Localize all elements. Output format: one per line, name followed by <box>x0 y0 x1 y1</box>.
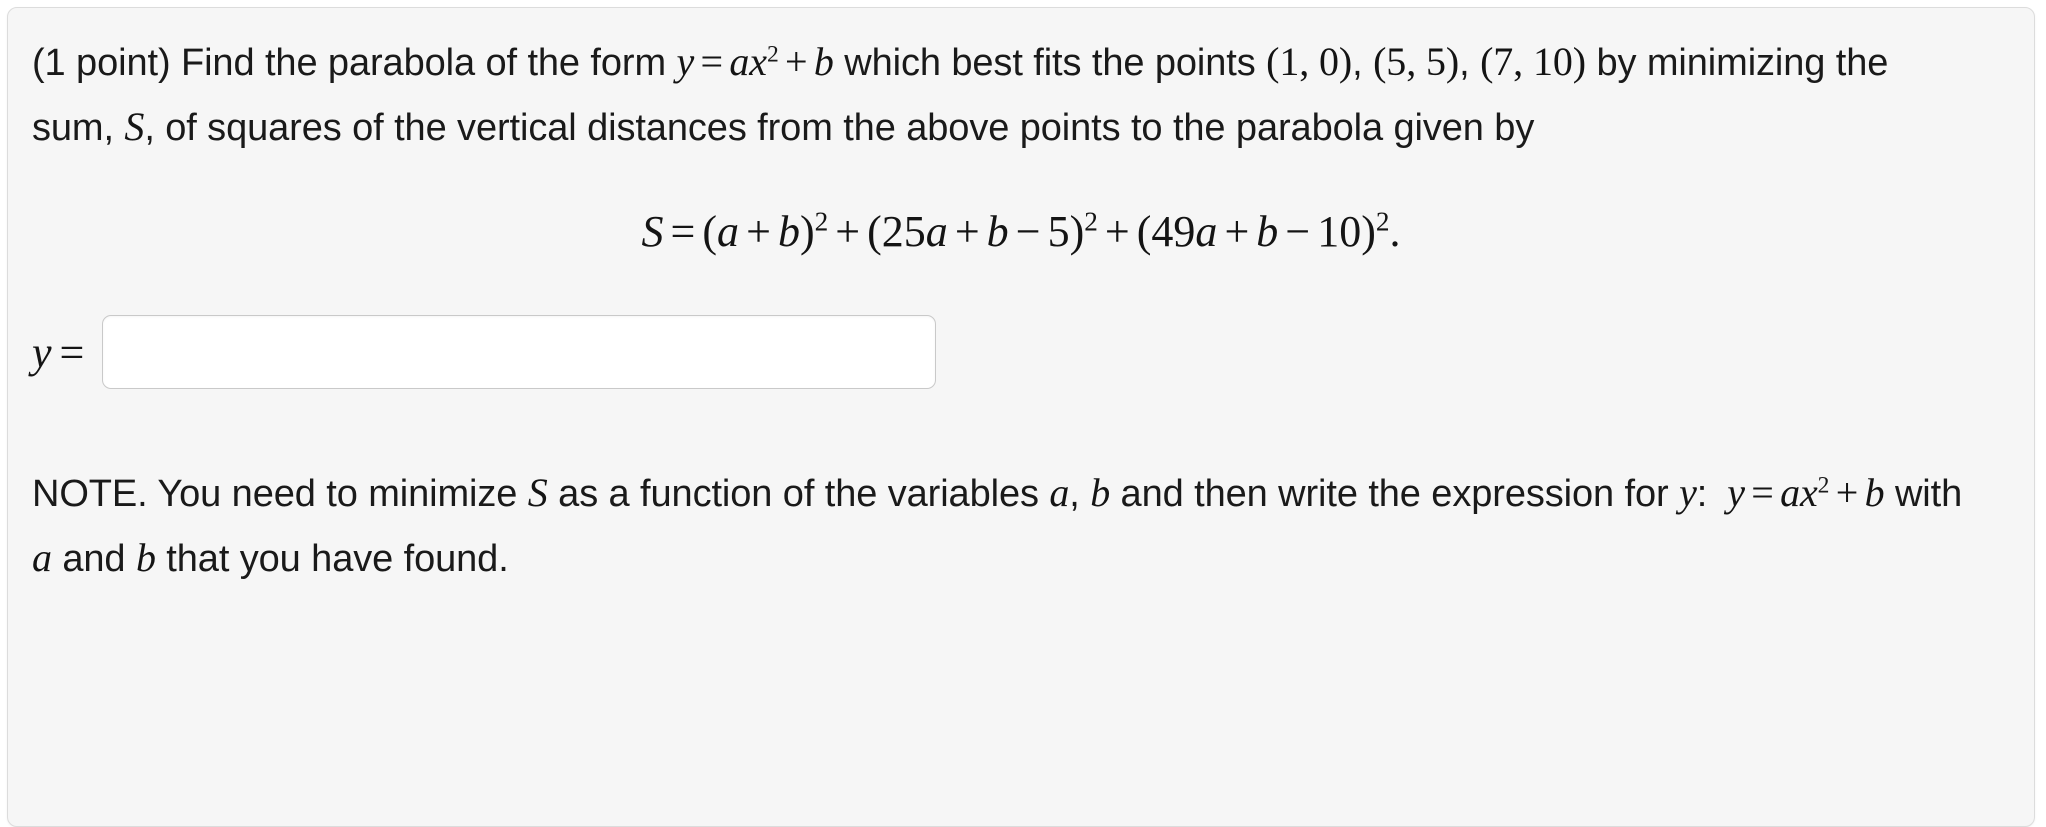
points-tag: (1 point) <box>32 42 171 84</box>
eq-term1-exponent: 2 <box>814 206 829 237</box>
point-separator-2: , <box>1459 42 1470 84</box>
note-eq-equals: = <box>1751 470 1774 515</box>
eq-term1-plus: + <box>746 207 771 256</box>
eq-term2-b: b <box>986 207 1009 256</box>
note-eq-x: x <box>1800 470 1818 515</box>
eq-term3-a: a <box>1195 207 1218 256</box>
inline-eq-b: b <box>813 39 834 84</box>
note-variable-a2: a <box>32 535 52 580</box>
eq-term1-b: b <box>777 207 800 256</box>
eq-term3-coefficient: 49 <box>1151 207 1196 256</box>
answer-label-variable: y <box>32 327 52 377</box>
note-symbol-S: S <box>527 470 548 515</box>
eq-term2-open-paren: ( <box>867 207 882 256</box>
eq-term3-plus: + <box>1224 207 1250 256</box>
note-variable-a: a <box>1049 470 1070 515</box>
note-colon: : <box>1696 473 1708 515</box>
note-eq-plus: + <box>1835 470 1859 515</box>
eq-plus-1: + <box>835 207 861 256</box>
inline-eq-exponent: 2 <box>766 41 779 68</box>
inline-eq-y: y <box>676 39 695 84</box>
note-variable-b2: b <box>135 535 156 580</box>
note-text-7: that you have found. <box>155 538 509 580</box>
note-block: NOTE. You need to minimize S as a functi… <box>32 461 1972 591</box>
problem-body: (1 point) Find the parabola of the form … <box>32 30 2010 591</box>
eq-term3-open-paren: ( <box>1136 207 1152 256</box>
inline-eq-plus: + <box>785 39 808 84</box>
eq-term2-coefficient: 25 <box>881 207 926 256</box>
eq-term3-minus: − <box>1285 207 1311 256</box>
note-text-3: and then write the expression <box>1110 473 1615 515</box>
statement-text-4: , of squares of the vertical distances f… <box>144 107 1163 149</box>
eq-term2-plus: + <box>954 207 980 256</box>
note-eq-exponent: 2 <box>1817 472 1830 499</box>
eq-term3-close-paren: ) <box>1361 207 1376 256</box>
data-point-1: (1, 0) <box>1266 39 1353 84</box>
eq-equals-sign: = <box>670 207 696 256</box>
eq-term3-constant: 10 <box>1317 207 1362 256</box>
answer-input[interactable] <box>102 315 937 389</box>
note-text-6: and <box>51 538 136 580</box>
statement-text-1: Find the parabola of the form <box>170 42 677 84</box>
inline-eq-x: x <box>749 39 767 84</box>
note-text-5: with <box>1884 473 1963 515</box>
eq-term2-a: a <box>925 207 948 256</box>
note-text-1: You need to minimize <box>147 473 528 515</box>
eq-term2-constant: 5 <box>1047 207 1070 256</box>
eq-term3-b: b <box>1256 207 1279 256</box>
inline-eq-equals: = <box>700 39 724 84</box>
display-equation: S = (a + b)2 + (25a + b −5)2 + (49a + b −10)2. <box>32 206 2010 257</box>
eq-lhs-S: S <box>641 207 664 256</box>
eq-term1-close-paren: ) <box>799 207 815 256</box>
eq-term2-exponent: 2 <box>1084 206 1098 237</box>
answer-label: y = <box>32 327 84 378</box>
eq-term2-minus: − <box>1015 207 1041 256</box>
note-eq-y: y <box>1727 470 1745 515</box>
statement-text-5: the parabola given by <box>1172 107 1535 149</box>
eq-term2-close-paren: ) <box>1069 207 1085 256</box>
eq-term1-a: a <box>717 207 740 256</box>
inline-eq-a: a <box>729 39 750 84</box>
problem-statement: (1 point) Find the parabola of the form … <box>32 30 1972 160</box>
eq-term3-exponent: 2 <box>1375 206 1390 237</box>
eq-term1-open-paren: ( <box>702 207 718 256</box>
eq-plus-2: + <box>1104 207 1130 256</box>
data-point-2: (5, 5) <box>1373 39 1460 84</box>
note-label-y: y <box>1679 470 1697 515</box>
eq-period: . <box>1389 207 1401 256</box>
note-comma: , <box>1069 473 1091 515</box>
data-point-3: (7, 10) <box>1480 39 1587 84</box>
note-text-4: for <box>1624 473 1680 515</box>
note-eq-a: a <box>1780 470 1800 515</box>
point-separator-1: , <box>1352 42 1374 84</box>
note-text-2: as a function of the variables <box>547 473 1050 515</box>
note-eq-b: b <box>1864 470 1885 515</box>
problem-panel: (1 point) Find the parabola of the form … <box>7 7 2035 827</box>
answer-label-equals: = <box>59 327 85 377</box>
note-prefix: NOTE. <box>32 473 148 515</box>
symbol-S-1: S <box>124 104 145 149</box>
statement-text-2: which best fits the points <box>833 42 1267 84</box>
answer-row: y = <box>32 315 2010 389</box>
note-variable-b: b <box>1090 470 1111 515</box>
